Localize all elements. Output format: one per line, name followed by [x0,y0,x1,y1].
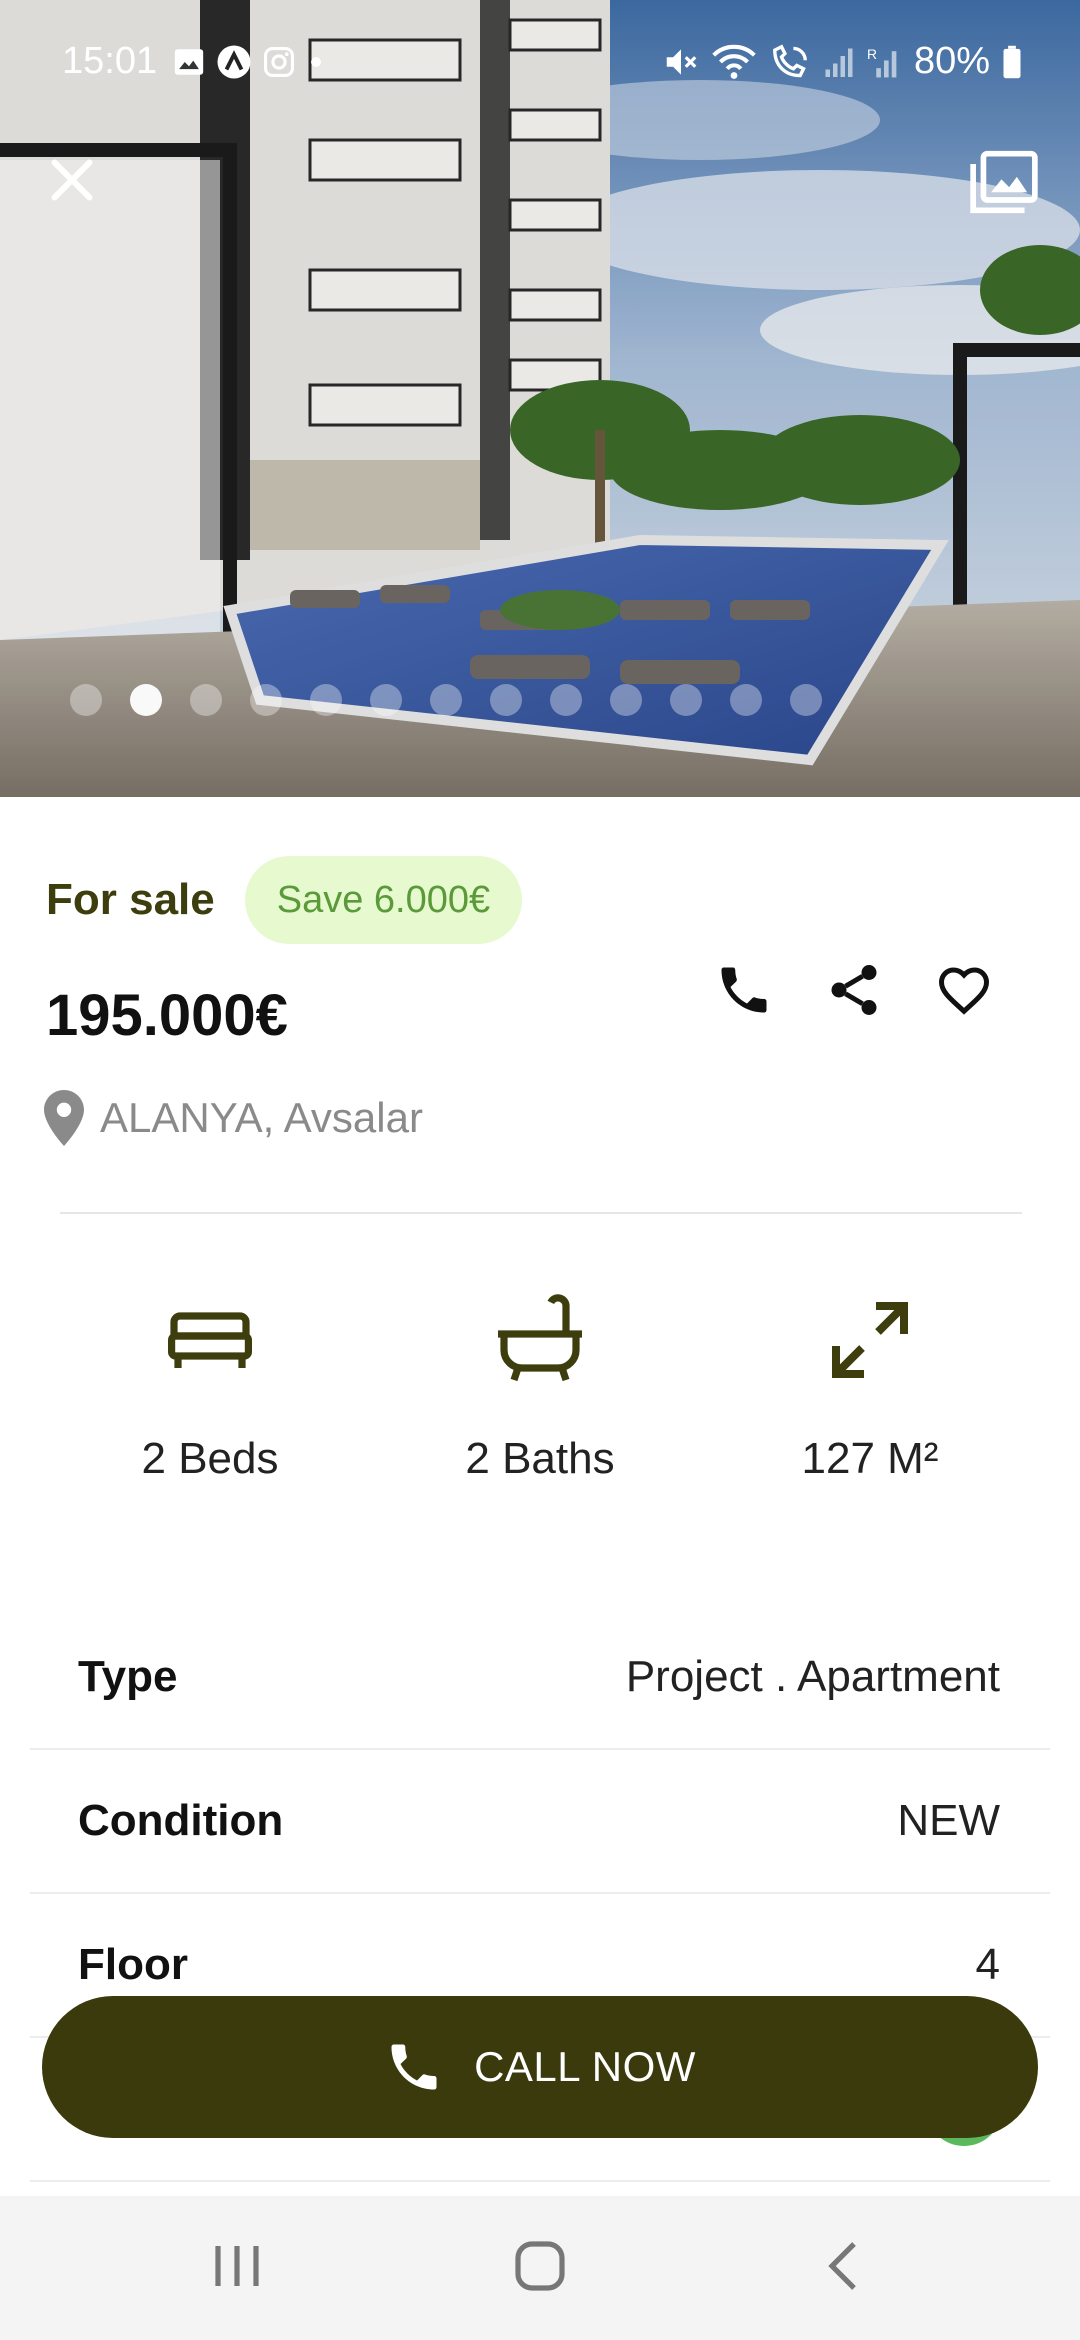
detail-key: Floor [78,1940,188,1989]
call-now-button[interactable]: CALL NOW [42,1996,1038,2138]
detail-row-type: Type Project . Apartment [30,1606,1050,1750]
recent-apps-icon [215,2246,259,2286]
gallery-notification-icon [174,49,204,75]
share-button[interactable] [824,960,884,1020]
back-icon [828,2242,856,2290]
location-pin-icon [44,1090,84,1146]
feature-baths-label: 2 Baths [465,1434,615,1483]
listing-location: ALANYA, Avsalar [44,1090,423,1146]
location-text: ALANYA, Avsalar [100,1094,423,1141]
heart-icon [938,967,990,1015]
pager-dot[interactable] [730,684,762,716]
area-icon [832,1302,908,1378]
listing-price: 195.000€ [46,983,288,1048]
open-gallery-button[interactable] [968,148,1040,216]
system-nav-bar [0,2196,1080,2340]
pager-dot[interactable] [70,684,102,716]
close-icon [51,159,93,201]
gallery-icon [970,150,1038,214]
status-bar: 15:01 R 80% [0,0,1080,128]
detail-value: 4 [975,1940,1000,1989]
close-button[interactable] [42,150,102,210]
feature-area: 127 M² [705,1290,1035,1484]
signal-icon [825,48,853,77]
svg-text:R: R [867,45,877,61]
pager-dot[interactable] [310,684,342,716]
carousel-pager[interactable] [70,684,822,716]
section-divider [60,1212,1022,1214]
feature-beds-label: 2 Beds [141,1434,279,1483]
pager-dot[interactable] [610,684,642,716]
call-now-label: CALL NOW [474,2043,696,2090]
pager-dot[interactable] [370,684,402,716]
detail-value: NEW [897,1796,1000,1845]
pager-dot[interactable] [430,684,462,716]
pager-dot[interactable] [790,684,822,716]
home-icon [515,2241,565,2291]
detail-key: Condition [78,1796,284,1845]
pager-dot[interactable] [670,684,702,716]
mute-icon [666,48,697,75]
wifi-icon [712,44,756,79]
pager-dot[interactable] [250,684,282,716]
bath-icon [498,1294,582,1382]
battery-icon [1003,45,1021,78]
status-time: 15:01 [62,40,158,82]
pager-dot[interactable] [190,684,222,716]
features-row: 2 Beds 2 Baths 127 M² [0,1290,1080,1484]
instagram-icon [263,46,295,78]
dot-icon [311,57,321,67]
home-button[interactable] [512,2238,568,2299]
notification-icons [172,44,326,80]
system-status-icons: R 80% [662,40,1022,83]
app-notification-icon [217,45,251,79]
feature-area-label: 127 M² [801,1434,939,1483]
listing-status: For sale [46,875,215,924]
feature-baths: 2 Baths [375,1290,705,1484]
property-photo-carousel[interactable]: 15:01 R 80% [0,0,1080,797]
recent-apps-button[interactable] [212,2238,262,2299]
phone-icon [721,967,767,1013]
feature-beds: 2 Beds [45,1290,375,1484]
battery-percent: 80% [913,40,990,82]
phone-icon [391,2044,437,2090]
signal-2-icon: R [867,45,897,77]
pager-dot[interactable] [490,684,522,716]
wifi-call-icon [773,43,807,77]
detail-key: Type [78,1652,178,1701]
share-icon [831,965,877,1015]
detail-value: Project . Apartment [625,1652,1000,1701]
detail-row-condition: Condition NEW [30,1750,1050,1894]
call-button[interactable] [714,960,774,1020]
listing-actions [714,960,994,1020]
bed-icon [168,1312,252,1368]
favorite-button[interactable] [934,960,994,1020]
pager-dot[interactable] [550,684,582,716]
pager-dot-active[interactable] [130,684,162,716]
property-detail-screen: 15:01 R 80% For sale Save 6.000€ 195.000… [0,0,1080,2340]
listing-status-row: For sale Save 6.000€ [46,856,523,944]
save-badge: Save 6.000€ [244,856,523,944]
back-button[interactable] [822,2238,862,2299]
